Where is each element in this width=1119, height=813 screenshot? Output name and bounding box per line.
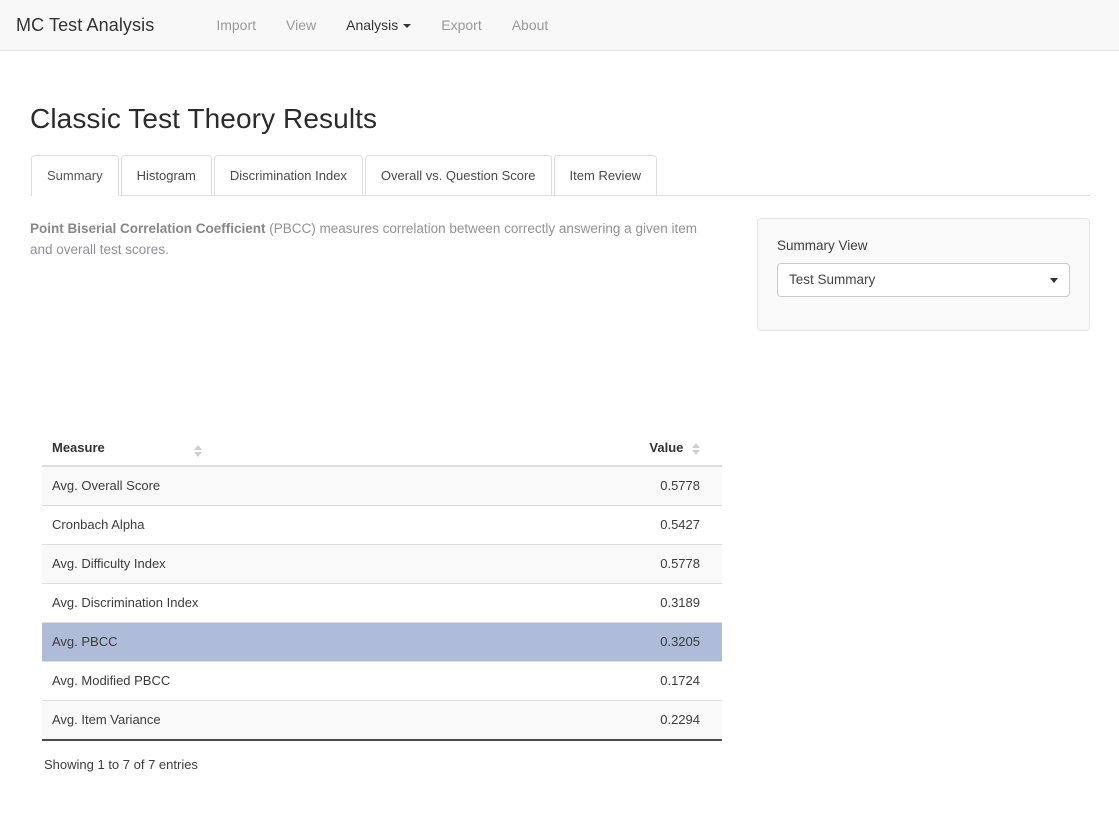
chevron-down-icon (403, 23, 412, 28)
cell-value: 0.2294 (382, 700, 722, 741)
summary-view-label: Summary View (777, 238, 868, 253)
content-row: Point Biserial Correlation Coefficient (… (30, 196, 1090, 331)
tab-overall-vs-question-score-label: Overall vs. Question Score (380, 168, 536, 183)
summary-view-select-wrapper: Test Summary (777, 263, 1070, 297)
table-row[interactable]: Avg. Discrimination Index 0.3189 (42, 583, 722, 623)
column-header-measure[interactable]: Measure (42, 431, 382, 467)
tab-item-review[interactable]: Item Review (553, 155, 658, 196)
nav-item-export[interactable]: Export (426, 0, 496, 51)
tab-item-review-label: Item Review (569, 168, 642, 183)
table-entries-info: Showing 1 to 7 of 7 entries (44, 757, 198, 772)
nav-item-analysis-label: Analysis (346, 16, 399, 33)
sort-icon[interactable] (691, 442, 700, 455)
nav-item-view-label: View (286, 16, 317, 33)
table-row-selected[interactable]: Avg. PBCC 0.3205 (42, 622, 722, 662)
column-header-value[interactable]: Value (382, 431, 722, 467)
cell-measure: Avg. Difficulty Index (42, 544, 382, 584)
brand-title[interactable]: MC Test Analysis (16, 15, 169, 36)
cell-measure: Avg. Item Variance (42, 700, 382, 741)
results-table-block: Measure Value Avg. Overall Score 0.5778 … (30, 431, 722, 772)
nav-item-import[interactable]: Import (201, 0, 271, 51)
ctt-summary-table: Measure Value Avg. Overall Score 0.5778 … (42, 431, 722, 741)
nav-item-view[interactable]: View (271, 0, 331, 51)
column-header-measure-label: Measure (52, 440, 105, 455)
tab-histogram-label: Histogram (136, 168, 196, 183)
cell-measure: Avg. Modified PBCC (42, 661, 382, 701)
nav-item-analysis[interactable]: Analysis (331, 0, 426, 51)
cell-measure: Avg. PBCC (42, 622, 382, 662)
top-navbar: MC Test Analysis Import View Analysis Ex… (0, 0, 1119, 51)
tab-discrimination-index-label: Discrimination Index (229, 168, 347, 183)
column-header-value-label: Value (649, 440, 684, 455)
table-head: Measure Value (42, 431, 722, 467)
pbcc-description-term: Point Biserial Correlation Coefficient (30, 221, 266, 236)
table-header-row: Measure Value (42, 431, 722, 467)
cell-value: 0.3205 (382, 622, 722, 662)
table-row[interactable]: Avg. Difficulty Index 0.5778 (42, 544, 722, 584)
cell-value: 0.5778 (382, 544, 722, 584)
nav-item-import-label: Import (216, 16, 257, 33)
cell-measure: Avg. Overall Score (42, 465, 382, 506)
right-column: Summary View Test Summary (757, 218, 1090, 331)
nav-item-about-label: About (511, 16, 549, 33)
page-title: Classic Test Theory Results (30, 103, 378, 134)
left-column: Point Biserial Correlation Coefficient (… (30, 218, 730, 260)
nav-item-about[interactable]: About (497, 0, 564, 51)
table-row[interactable]: Avg. Overall Score 0.5778 (42, 465, 722, 506)
cell-measure: Cronbach Alpha (42, 505, 382, 545)
nav-menu: Import View Analysis Export About (201, 0, 563, 51)
summary-view-panel: Summary View Test Summary (757, 218, 1090, 331)
pbcc-description: Point Biserial Correlation Coefficient (… (30, 218, 702, 260)
cell-value: 0.1724 (382, 661, 722, 701)
sort-icon[interactable] (193, 445, 202, 457)
tab-summary[interactable]: Summary (31, 155, 119, 196)
page-container: Classic Test Theory Results Summary Hist… (0, 51, 1119, 772)
tab-overall-vs-question-score[interactable]: Overall vs. Question Score (364, 155, 552, 196)
cell-value: 0.5778 (382, 465, 722, 506)
nav-item-export-label: Export (441, 16, 482, 33)
tab-bar: Summary Histogram Discrimination Index O… (30, 155, 1090, 196)
table-body: Avg. Overall Score 0.5778 Cronbach Alpha… (42, 465, 722, 741)
tab-summary-label: Summary (47, 168, 103, 183)
table-row[interactable]: Avg. Modified PBCC 0.1724 (42, 661, 722, 701)
cell-value: 0.3189 (382, 583, 722, 623)
tab-histogram[interactable]: Histogram (120, 155, 212, 196)
tab-discrimination-index[interactable]: Discrimination Index (213, 155, 363, 196)
table-row[interactable]: Avg. Item Variance 0.2294 (42, 700, 722, 741)
cell-measure: Avg. Discrimination Index (42, 583, 382, 623)
summary-view-select[interactable]: Test Summary (777, 263, 1070, 297)
table-row[interactable]: Cronbach Alpha 0.5427 (42, 505, 722, 545)
cell-value: 0.5427 (382, 505, 722, 545)
